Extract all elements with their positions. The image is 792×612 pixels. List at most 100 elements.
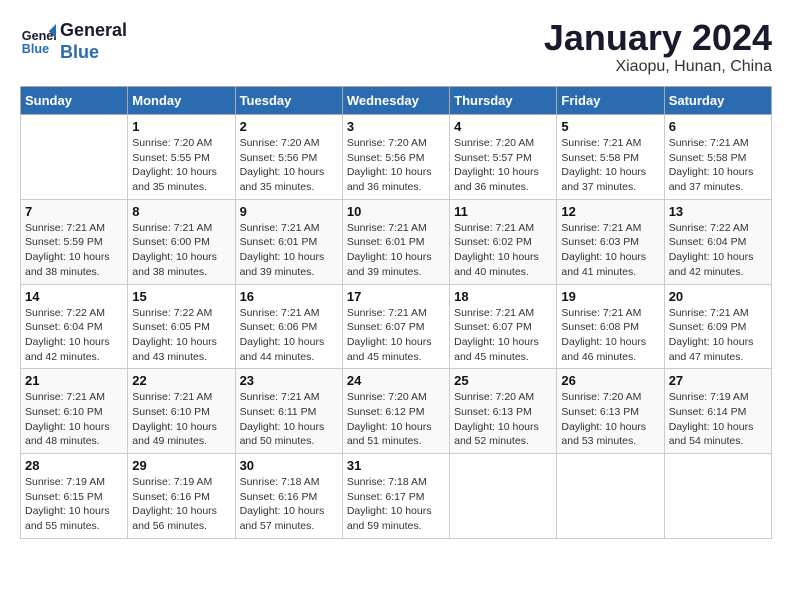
weekday-tuesday: Tuesday: [235, 87, 342, 115]
day-info: Sunrise: 7:20 AMSunset: 5:56 PMDaylight:…: [240, 137, 325, 193]
weekday-thursday: Thursday: [450, 87, 557, 115]
day-cell: 4 Sunrise: 7:20 AMSunset: 5:57 PMDayligh…: [450, 115, 557, 200]
day-info: Sunrise: 7:21 AMSunset: 5:58 PMDaylight:…: [669, 137, 754, 193]
day-number: 23: [240, 373, 338, 388]
day-info: Sunrise: 7:22 AMSunset: 6:04 PMDaylight:…: [25, 307, 110, 363]
logo-general: General: [60, 20, 127, 42]
day-info: Sunrise: 7:22 AMSunset: 6:04 PMDaylight:…: [669, 222, 754, 278]
day-cell: 16 Sunrise: 7:21 AMSunset: 6:06 PMDaylig…: [235, 284, 342, 369]
weekday-saturday: Saturday: [664, 87, 771, 115]
day-cell: 11 Sunrise: 7:21 AMSunset: 6:02 PMDaylig…: [450, 199, 557, 284]
day-number: 5: [561, 119, 659, 134]
day-number: 4: [454, 119, 552, 134]
day-cell: 27 Sunrise: 7:19 AMSunset: 6:14 PMDaylig…: [664, 369, 771, 454]
day-info: Sunrise: 7:21 AMSunset: 6:03 PMDaylight:…: [561, 222, 646, 278]
day-number: 24: [347, 373, 445, 388]
day-info: Sunrise: 7:20 AMSunset: 5:56 PMDaylight:…: [347, 137, 432, 193]
day-number: 3: [347, 119, 445, 134]
day-number: 21: [25, 373, 123, 388]
day-number: 18: [454, 289, 552, 304]
day-cell: 25 Sunrise: 7:20 AMSunset: 6:13 PMDaylig…: [450, 369, 557, 454]
day-info: Sunrise: 7:21 AMSunset: 5:59 PMDaylight:…: [25, 222, 110, 278]
day-number: 15: [132, 289, 230, 304]
day-cell: 28 Sunrise: 7:19 AMSunset: 6:15 PMDaylig…: [21, 454, 128, 539]
day-number: 6: [669, 119, 767, 134]
day-info: Sunrise: 7:21 AMSunset: 6:06 PMDaylight:…: [240, 307, 325, 363]
day-cell: 31 Sunrise: 7:18 AMSunset: 6:17 PMDaylig…: [342, 454, 449, 539]
day-cell: [664, 454, 771, 539]
day-cell: [450, 454, 557, 539]
logo: General Blue General Blue: [20, 20, 127, 63]
svg-text:Blue: Blue: [22, 41, 49, 55]
day-info: Sunrise: 7:20 AMSunset: 6:13 PMDaylight:…: [454, 391, 539, 447]
day-cell: 1 Sunrise: 7:20 AMSunset: 5:55 PMDayligh…: [128, 115, 235, 200]
day-number: 28: [25, 458, 123, 473]
day-number: 25: [454, 373, 552, 388]
day-number: 8: [132, 204, 230, 219]
week-row-2: 7 Sunrise: 7:21 AMSunset: 5:59 PMDayligh…: [21, 199, 772, 284]
week-row-1: 1 Sunrise: 7:20 AMSunset: 5:55 PMDayligh…: [21, 115, 772, 200]
day-cell: 9 Sunrise: 7:21 AMSunset: 6:01 PMDayligh…: [235, 199, 342, 284]
day-cell: 8 Sunrise: 7:21 AMSunset: 6:00 PMDayligh…: [128, 199, 235, 284]
day-cell: [21, 115, 128, 200]
calendar-table: SundayMondayTuesdayWednesdayThursdayFrid…: [20, 86, 772, 539]
day-info: Sunrise: 7:21 AMSunset: 6:08 PMDaylight:…: [561, 307, 646, 363]
page-header: General Blue General Blue January 2024 X…: [20, 20, 772, 76]
day-info: Sunrise: 7:21 AMSunset: 6:11 PMDaylight:…: [240, 391, 325, 447]
day-number: 17: [347, 289, 445, 304]
day-cell: 22 Sunrise: 7:21 AMSunset: 6:10 PMDaylig…: [128, 369, 235, 454]
day-cell: 17 Sunrise: 7:21 AMSunset: 6:07 PMDaylig…: [342, 284, 449, 369]
day-cell: 30 Sunrise: 7:18 AMSunset: 6:16 PMDaylig…: [235, 454, 342, 539]
day-info: Sunrise: 7:21 AMSunset: 6:09 PMDaylight:…: [669, 307, 754, 363]
week-row-4: 21 Sunrise: 7:21 AMSunset: 6:10 PMDaylig…: [21, 369, 772, 454]
day-number: 12: [561, 204, 659, 219]
day-info: Sunrise: 7:20 AMSunset: 6:12 PMDaylight:…: [347, 391, 432, 447]
day-number: 19: [561, 289, 659, 304]
day-number: 13: [669, 204, 767, 219]
day-info: Sunrise: 7:21 AMSunset: 6:00 PMDaylight:…: [132, 222, 217, 278]
day-info: Sunrise: 7:21 AMSunset: 6:10 PMDaylight:…: [25, 391, 110, 447]
day-info: Sunrise: 7:19 AMSunset: 6:16 PMDaylight:…: [132, 476, 217, 532]
day-cell: 7 Sunrise: 7:21 AMSunset: 5:59 PMDayligh…: [21, 199, 128, 284]
day-cell: 23 Sunrise: 7:21 AMSunset: 6:11 PMDaylig…: [235, 369, 342, 454]
day-info: Sunrise: 7:21 AMSunset: 5:58 PMDaylight:…: [561, 137, 646, 193]
day-number: 26: [561, 373, 659, 388]
day-info: Sunrise: 7:21 AMSunset: 6:02 PMDaylight:…: [454, 222, 539, 278]
day-cell: 5 Sunrise: 7:21 AMSunset: 5:58 PMDayligh…: [557, 115, 664, 200]
day-info: Sunrise: 7:21 AMSunset: 6:07 PMDaylight:…: [454, 307, 539, 363]
day-number: 2: [240, 119, 338, 134]
day-number: 29: [132, 458, 230, 473]
logo-icon: General Blue: [20, 24, 56, 60]
weekday-wednesday: Wednesday: [342, 87, 449, 115]
day-cell: 19 Sunrise: 7:21 AMSunset: 6:08 PMDaylig…: [557, 284, 664, 369]
day-info: Sunrise: 7:20 AMSunset: 6:13 PMDaylight:…: [561, 391, 646, 447]
day-cell: 21 Sunrise: 7:21 AMSunset: 6:10 PMDaylig…: [21, 369, 128, 454]
day-number: 11: [454, 204, 552, 219]
day-info: Sunrise: 7:21 AMSunset: 6:10 PMDaylight:…: [132, 391, 217, 447]
day-number: 14: [25, 289, 123, 304]
day-cell: 6 Sunrise: 7:21 AMSunset: 5:58 PMDayligh…: [664, 115, 771, 200]
weekday-header-row: SundayMondayTuesdayWednesdayThursdayFrid…: [21, 87, 772, 115]
day-info: Sunrise: 7:19 AMSunset: 6:15 PMDaylight:…: [25, 476, 110, 532]
day-number: 7: [25, 204, 123, 219]
day-cell: 3 Sunrise: 7:20 AMSunset: 5:56 PMDayligh…: [342, 115, 449, 200]
day-cell: 20 Sunrise: 7:21 AMSunset: 6:09 PMDaylig…: [664, 284, 771, 369]
weekday-sunday: Sunday: [21, 87, 128, 115]
day-number: 20: [669, 289, 767, 304]
day-number: 27: [669, 373, 767, 388]
logo-blue: Blue: [60, 42, 127, 64]
day-info: Sunrise: 7:21 AMSunset: 6:07 PMDaylight:…: [347, 307, 432, 363]
day-info: Sunrise: 7:20 AMSunset: 5:57 PMDaylight:…: [454, 137, 539, 193]
day-number: 22: [132, 373, 230, 388]
day-cell: 15 Sunrise: 7:22 AMSunset: 6:05 PMDaylig…: [128, 284, 235, 369]
day-cell: 29 Sunrise: 7:19 AMSunset: 6:16 PMDaylig…: [128, 454, 235, 539]
title-block: January 2024 Xiaopu, Hunan, China: [544, 20, 772, 76]
day-number: 1: [132, 119, 230, 134]
day-cell: 18 Sunrise: 7:21 AMSunset: 6:07 PMDaylig…: [450, 284, 557, 369]
day-cell: 24 Sunrise: 7:20 AMSunset: 6:12 PMDaylig…: [342, 369, 449, 454]
weekday-monday: Monday: [128, 87, 235, 115]
day-cell: 10 Sunrise: 7:21 AMSunset: 6:01 PMDaylig…: [342, 199, 449, 284]
day-number: 31: [347, 458, 445, 473]
day-cell: 13 Sunrise: 7:22 AMSunset: 6:04 PMDaylig…: [664, 199, 771, 284]
calendar-body: 1 Sunrise: 7:20 AMSunset: 5:55 PMDayligh…: [21, 115, 772, 539]
